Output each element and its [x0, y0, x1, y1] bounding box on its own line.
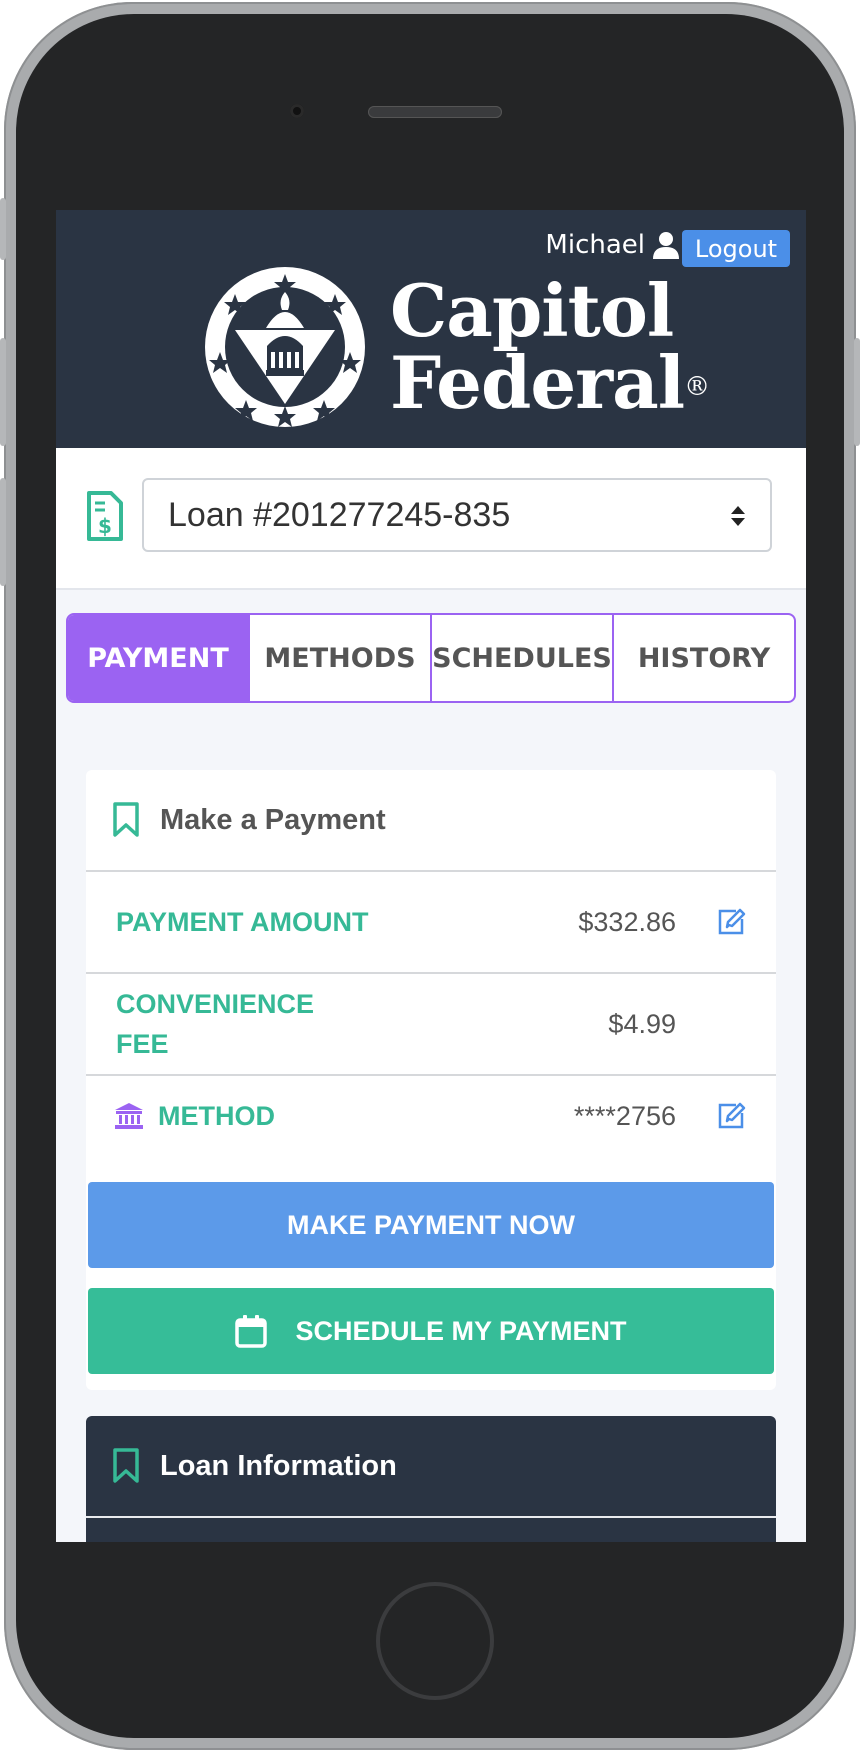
- volume-down-button: [0, 478, 6, 586]
- make-payment-now-label: MAKE PAYMENT NOW: [286, 1209, 575, 1240]
- loan-information-title: Loan Information: [160, 1449, 397, 1482]
- edit-amount-icon[interactable]: [716, 907, 746, 937]
- user-menu[interactable]: Michael: [545, 230, 679, 260]
- silent-switch: [0, 198, 6, 260]
- convenience-fee-label: CONVENIENCE FEE: [116, 984, 314, 1064]
- convenience-fee-value: $4.99: [608, 1008, 676, 1039]
- power-button: [854, 338, 860, 446]
- payment-amount-row: PAYMENT AMOUNT $332.86: [86, 872, 776, 974]
- tab-schedules[interactable]: SCHEDULES: [432, 615, 614, 701]
- edit-method-icon[interactable]: [716, 1101, 746, 1131]
- make-payment-now-button[interactable]: MAKE PAYMENT NOW: [88, 1182, 774, 1268]
- app-header: Michael Logout Capitol Federal®: [56, 210, 806, 448]
- loan-select-value: Loan #201277245-835: [168, 495, 511, 534]
- method-label: METHOD: [158, 1101, 275, 1131]
- app-screen: Michael Logout Capitol Federal® $ Loan #…: [56, 210, 806, 1542]
- tab-bar: PAYMENT METHODS SCHEDULES HISTORY: [66, 613, 796, 703]
- select-arrows-icon: [731, 506, 745, 526]
- bookmark-icon: [113, 1448, 139, 1483]
- brand-line-2-text: Federal: [390, 340, 685, 425]
- tab-payment[interactable]: PAYMENT: [68, 615, 250, 701]
- card-header: Make a Payment: [86, 770, 776, 872]
- payment-amount-value: $332.86: [578, 906, 676, 937]
- convenience-fee-label-line1: CONVENIENCE: [116, 989, 315, 1019]
- tab-history[interactable]: HISTORY: [614, 615, 794, 701]
- make-payment-card: Make a Payment PAYMENT AMOUNT $332.86 CO…: [86, 770, 776, 1390]
- front-camera: [290, 104, 304, 118]
- registered-mark: ®: [684, 372, 710, 402]
- user-icon: [653, 232, 679, 259]
- convenience-fee-row: CONVENIENCE FEE $4.99: [86, 974, 776, 1076]
- card-title: Make a Payment: [160, 803, 386, 836]
- method-row: METHOD ****2756: [86, 1076, 776, 1156]
- volume-up-button: [0, 338, 6, 446]
- username: Michael: [545, 230, 645, 260]
- calendar-icon: [235, 1315, 268, 1348]
- home-button[interactable]: [376, 1582, 494, 1700]
- loan-information-header[interactable]: Loan Information: [86, 1416, 776, 1518]
- schedule-payment-button[interactable]: SCHEDULE MY PAYMENT: [88, 1288, 774, 1374]
- brand-line-2: Federal®: [390, 347, 710, 419]
- capitol-seal-icon: [205, 267, 365, 427]
- bookmark-icon: [113, 802, 139, 837]
- svg-text:$: $: [98, 514, 112, 538]
- brand-line-1: Capitol: [390, 268, 674, 353]
- payment-amount-label: PAYMENT AMOUNT: [116, 907, 369, 937]
- invoice-dollar-icon: $: [87, 491, 123, 541]
- brand-logo: Capitol Federal®: [204, 266, 710, 428]
- brand-wordmark: Capitol Federal®: [390, 268, 710, 419]
- bank-icon: [115, 1103, 143, 1129]
- earpiece-speaker: [368, 106, 502, 118]
- loan-selector-bar: $ Loan #201277245-835: [56, 448, 806, 590]
- loan-select[interactable]: Loan #201277245-835: [142, 478, 772, 552]
- convenience-fee-label-line2: FEE: [116, 1029, 169, 1059]
- schedule-payment-label: SCHEDULE MY PAYMENT: [295, 1315, 627, 1346]
- method-value: ****2756: [573, 1100, 676, 1131]
- loan-information-card: Loan Information: [86, 1416, 776, 1542]
- tab-methods[interactable]: METHODS: [250, 615, 432, 701]
- logout-button[interactable]: Logout: [682, 230, 790, 267]
